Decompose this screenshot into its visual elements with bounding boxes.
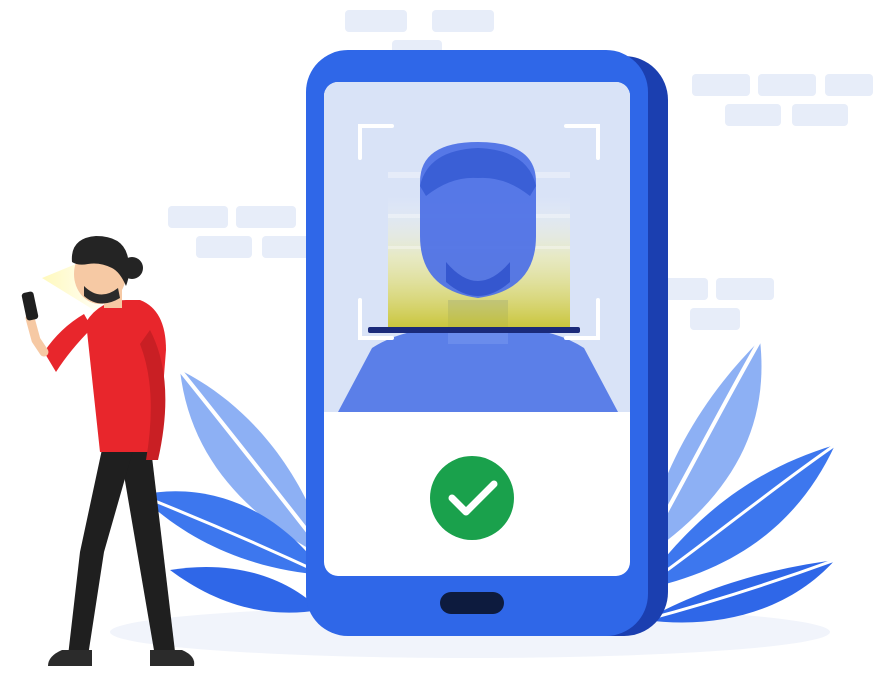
handheld-phone — [21, 291, 39, 321]
face-verification-illustration — [0, 0, 877, 684]
verified-check-badge — [430, 456, 514, 540]
home-button[interactable] — [440, 592, 504, 614]
left-leaves — [139, 368, 332, 613]
illustration-canvas — [21, 10, 873, 666]
right-leaves — [638, 339, 836, 623]
man-with-phone — [21, 236, 195, 666]
scan-line — [368, 327, 580, 333]
smartphone — [306, 50, 668, 636]
